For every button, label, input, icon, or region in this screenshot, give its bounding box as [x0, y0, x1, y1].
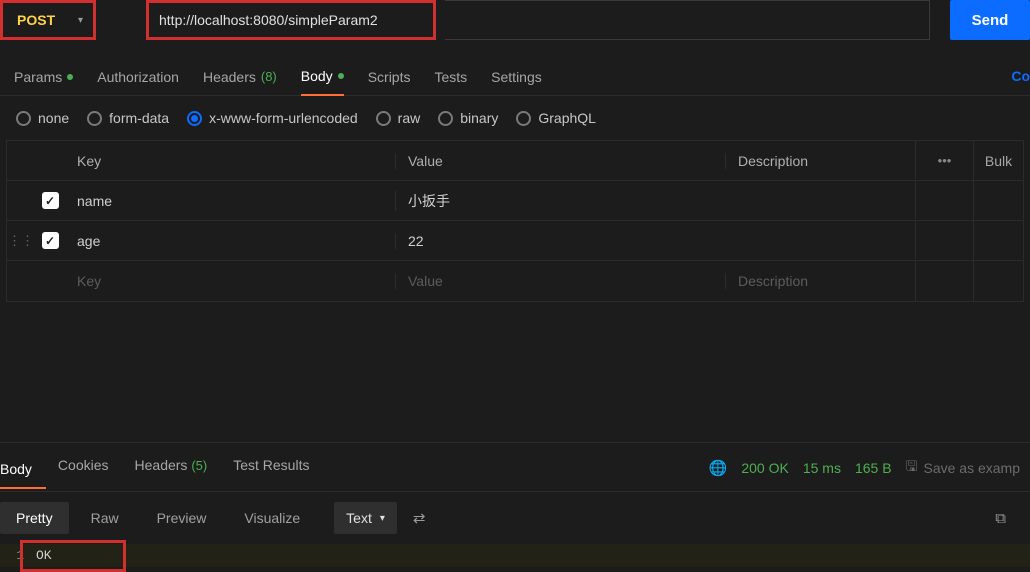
- tab-params[interactable]: Params: [14, 60, 73, 95]
- tab-authorization[interactable]: Authorization: [97, 60, 179, 95]
- tab-body-label: Body: [301, 68, 333, 84]
- headers-count: (8): [261, 69, 277, 84]
- more-options-icon[interactable]: •••: [915, 141, 973, 180]
- http-method-select[interactable]: POST ▾: [0, 0, 96, 40]
- tab-tests[interactable]: Tests: [434, 60, 467, 95]
- radio-binary[interactable]: binary: [438, 110, 498, 126]
- tab-settings[interactable]: Settings: [491, 60, 542, 95]
- radio-icon: [516, 111, 531, 126]
- radio-graphql-label: GraphQL: [538, 110, 596, 126]
- col-description: Description: [725, 153, 915, 169]
- radio-urlencoded[interactable]: x-www-form-urlencoded: [187, 110, 358, 126]
- response-view-toolbar: Pretty Raw Preview Visualize Text ▾ ⇄ ⧉: [0, 492, 1030, 544]
- wrap-lines-icon[interactable]: ⇄: [403, 503, 436, 533]
- view-raw[interactable]: Raw: [75, 502, 135, 534]
- response-headers-count: (5): [191, 458, 207, 473]
- response-panel: Body Cookies Headers (5) Test Results 🌐 …: [0, 442, 1030, 567]
- response-size: 165 B: [855, 460, 892, 476]
- save-icon: 🖫: [906, 456, 918, 480]
- body-indicator-dot: [338, 73, 344, 79]
- radio-icon: [376, 111, 391, 126]
- tab-body[interactable]: Body: [301, 60, 344, 96]
- tab-params-label: Params: [14, 69, 62, 85]
- response-format-label: Text: [346, 510, 372, 526]
- response-format-select[interactable]: Text ▾: [334, 502, 397, 534]
- radio-icon-checked: [187, 111, 202, 126]
- radio-icon: [87, 111, 102, 126]
- radio-raw[interactable]: raw: [376, 110, 421, 126]
- tab-scripts[interactable]: Scripts: [368, 60, 411, 95]
- response-tabs: Body Cookies Headers (5) Test Results 🌐 …: [0, 443, 1030, 492]
- cell-value[interactable]: 22: [395, 233, 725, 249]
- copy-icon[interactable]: ⧉: [981, 504, 1020, 533]
- table-header-row: Key Value Description ••• Bulk: [7, 141, 1023, 181]
- tab-headers-label: Headers: [203, 69, 256, 85]
- radio-urlencoded-label: x-www-form-urlencoded: [209, 110, 358, 126]
- radio-form-data[interactable]: form-data: [87, 110, 169, 126]
- line-number: 1: [0, 548, 36, 563]
- code-line: 1 OK: [0, 544, 1030, 567]
- radio-none-label: none: [38, 110, 69, 126]
- view-preview[interactable]: Preview: [141, 502, 223, 534]
- request-url-input[interactable]: http://localhost:8080/simpleParam2: [146, 0, 436, 40]
- response-tab-headers[interactable]: Headers (5): [135, 453, 222, 483]
- status-code: 200 OK: [741, 460, 788, 476]
- view-visualize[interactable]: Visualize: [228, 502, 316, 534]
- chevron-down-icon: ▾: [380, 513, 385, 524]
- chevron-down-icon: ▾: [78, 15, 83, 26]
- request-url-text: http://localhost:8080/simpleParam2: [159, 12, 378, 28]
- view-pretty[interactable]: Pretty: [0, 502, 69, 534]
- cell-value[interactable]: 小扳手: [395, 191, 725, 211]
- cell-key[interactable]: age: [65, 233, 395, 249]
- drag-handle-icon[interactable]: ⋮⋮: [7, 233, 35, 249]
- tab-headers[interactable]: Headers (8): [203, 60, 277, 95]
- globe-icon[interactable]: 🌐: [709, 459, 728, 477]
- row-checkbox[interactable]: ✓: [42, 232, 59, 249]
- cell-value-placeholder[interactable]: Value: [395, 273, 725, 289]
- table-row: ⋮⋮ ✓ age 22: [7, 221, 1023, 261]
- response-tab-cookies[interactable]: Cookies: [58, 453, 123, 483]
- response-tab-headers-label: Headers: [135, 457, 188, 473]
- radio-graphql[interactable]: GraphQL: [516, 110, 596, 126]
- radio-form-data-label: form-data: [109, 110, 169, 126]
- save-as-example-button[interactable]: 🖫 Save as examp: [906, 456, 1020, 480]
- request-url-remainder[interactable]: [445, 0, 930, 40]
- col-value: Value: [395, 153, 725, 169]
- response-time: 15 ms: [803, 460, 841, 476]
- body-params-table: Key Value Description ••• Bulk ✓ name 小扳…: [6, 140, 1024, 302]
- request-tabs: Params Authorization Headers (8) Body Sc…: [0, 54, 1030, 96]
- body-type-radios: none form-data x-www-form-urlencoded raw…: [0, 96, 1030, 140]
- response-tab-body[interactable]: Body: [0, 457, 46, 489]
- params-indicator-dot: [67, 74, 73, 80]
- radio-binary-label: binary: [460, 110, 498, 126]
- cookies-link[interactable]: Co: [1011, 68, 1030, 84]
- radio-raw-label: raw: [398, 110, 421, 126]
- cell-description-placeholder[interactable]: Description: [725, 273, 915, 289]
- save-as-example-label: Save as examp: [924, 460, 1021, 476]
- radio-icon: [16, 111, 31, 126]
- http-method-label: POST: [17, 12, 55, 28]
- radio-none[interactable]: none: [16, 110, 69, 126]
- response-meta: 🌐 200 OK 15 ms 165 B 🖫 Save as examp: [709, 456, 1030, 480]
- row-checkbox[interactable]: ✓: [42, 192, 59, 209]
- radio-icon: [438, 111, 453, 126]
- code-text: OK: [36, 548, 52, 563]
- cell-key-placeholder[interactable]: Key: [65, 273, 395, 289]
- response-tab-test-results[interactable]: Test Results: [233, 453, 323, 483]
- table-row-new: Key Value Description: [7, 261, 1023, 301]
- bulk-edit-button[interactable]: Bulk: [973, 141, 1023, 180]
- send-button[interactable]: Send: [950, 0, 1030, 40]
- cell-key[interactable]: name: [65, 193, 395, 209]
- col-key: Key: [65, 153, 395, 169]
- response-body-viewer[interactable]: 1 OK: [0, 544, 1030, 567]
- table-row: ✓ name 小扳手: [7, 181, 1023, 221]
